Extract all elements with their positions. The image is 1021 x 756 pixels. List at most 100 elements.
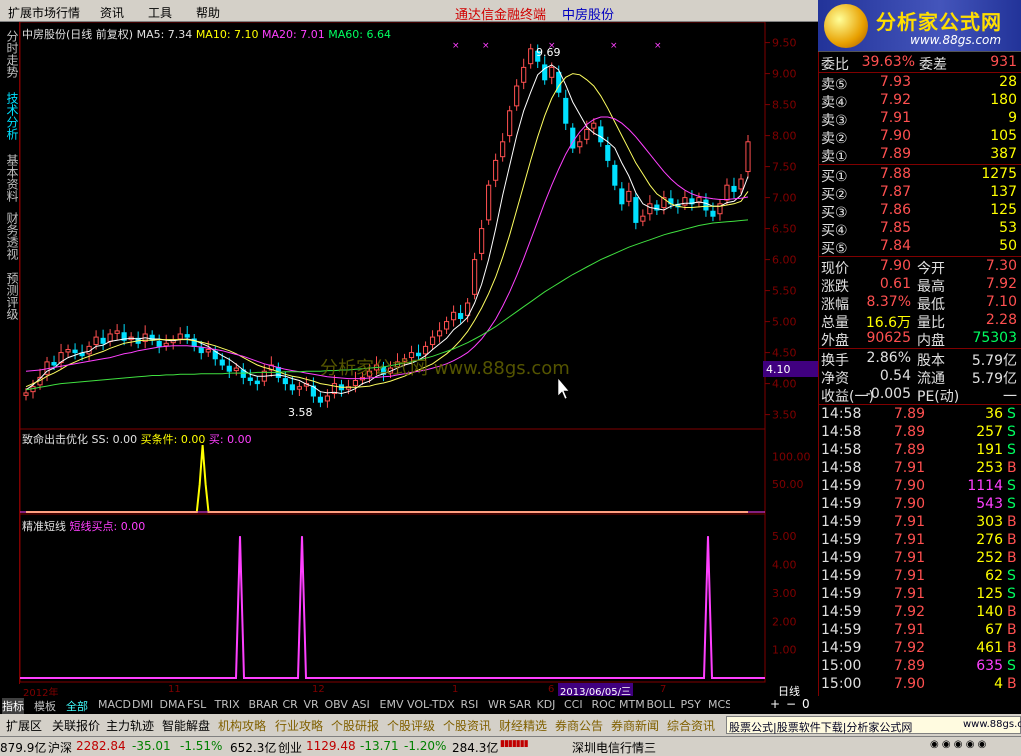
- top-marker-icon: ×: [610, 41, 618, 51]
- tick-time: 14:58: [821, 460, 862, 476]
- function-tab[interactable]: 扩展区: [6, 717, 42, 734]
- ind1-name: 致命出击优化: [22, 433, 88, 446]
- candle-body: [542, 64, 548, 81]
- time-label-6: 6: [548, 684, 555, 695]
- zoom-reset-button[interactable]: 0: [802, 697, 810, 711]
- function-tab[interactable]: 综合资讯: [667, 717, 715, 734]
- indicator-tab[interactable]: BOLL: [647, 698, 675, 711]
- indicator-tab[interactable]: PSY: [681, 698, 701, 711]
- indicator-tab[interactable]: RSI: [461, 698, 479, 711]
- indicator-tab[interactable]: TRIX: [215, 698, 240, 711]
- indicator-tab[interactable]: CR: [283, 698, 298, 711]
- function-tab[interactable]: 个股资讯: [443, 717, 491, 734]
- tick-time: 15:00: [821, 658, 862, 674]
- y-tick-label: 3.50: [772, 409, 797, 422]
- tick-direction: S: [1007, 424, 1016, 440]
- function-tab[interactable]: 券商新闻: [611, 717, 659, 734]
- indicator-tab[interactable]: EMV: [380, 698, 404, 711]
- tick-direction: S: [1007, 442, 1016, 458]
- brand-logo[interactable]: 分析家公式网 www.88gs.com: [818, 0, 1021, 52]
- buy-price: 7.87: [879, 184, 911, 200]
- divider: [819, 404, 1021, 405]
- candle-body: [296, 386, 302, 390]
- function-tab[interactable]: 个股评级: [387, 717, 435, 734]
- buy-row: 买① 7.88 1275: [819, 166, 1021, 185]
- tick-direction: S: [1007, 496, 1016, 512]
- sell-label: 卖③: [821, 113, 848, 129]
- tick-volume: 67: [985, 622, 1003, 638]
- menu-item-news[interactable]: 资讯: [100, 4, 124, 21]
- side-tab-forecast[interactable]: 预测评级: [2, 272, 19, 320]
- function-tab[interactable]: 个股研报: [331, 717, 379, 734]
- menu-item-tools[interactable]: 工具: [148, 4, 172, 21]
- side-tab-fundamentals[interactable]: 基本资料: [2, 154, 19, 202]
- top-marker-icon: ×: [654, 41, 662, 51]
- tick-row: 14:58 7.91 253 B: [819, 460, 1021, 478]
- chart-svg[interactable]: × × × × × 9.509.008.508.007.507.006.506.005.…: [19, 21, 818, 684]
- candle-body: [408, 352, 415, 359]
- ma5-label: MA5: 7.34: [136, 28, 193, 41]
- buy-price: 7.85: [879, 220, 911, 236]
- candle-body: [51, 362, 57, 366]
- indicator-tab[interactable]: VR: [304, 698, 319, 711]
- tick-price: 7.89: [893, 406, 925, 422]
- ind2-y-tick: 3.00: [772, 587, 797, 600]
- function-tab[interactable]: 券商公告: [555, 717, 603, 734]
- candle-body: [528, 48, 534, 65]
- function-tab[interactable]: 行业攻略: [275, 717, 323, 734]
- candle-body: [521, 66, 527, 83]
- stat-row: 总量 16.6万 量比 2.28: [819, 312, 1021, 331]
- ind2-panel-frame: [19, 513, 766, 683]
- tick-price: 7.90: [893, 676, 925, 692]
- promo-banner[interactable]: 股票公式|股票软件下载|分析家公式网 www.88gs.com: [726, 716, 1021, 734]
- zoom-in-button[interactable]: +: [770, 697, 780, 711]
- indicator-tab[interactable]: VOL-TDX: [407, 698, 455, 711]
- side-tab-intraday[interactable]: 分时走势: [2, 30, 19, 78]
- candle-body: [514, 85, 520, 107]
- menu-item-extended-market[interactable]: 扩展市场行情: [8, 4, 80, 21]
- indicator-tab[interactable]: WR: [488, 698, 507, 711]
- tick-row: 14:58 7.89 36 S: [819, 406, 1021, 424]
- function-tab[interactable]: 关联报价: [52, 717, 100, 734]
- candle-body: [184, 334, 190, 338]
- tick-row: 14:59 7.91 67 B: [819, 622, 1021, 640]
- sell-label: 卖②: [821, 131, 848, 147]
- tick-direction: B: [1007, 640, 1017, 656]
- buy-volume: 50: [999, 238, 1017, 254]
- buy-volume: 125: [990, 202, 1017, 218]
- candle-body: [23, 392, 29, 396]
- function-tab[interactable]: 财经精选: [499, 717, 547, 734]
- chart-area[interactable]: × × × × × 9.50 9.00 8.50 8.00 7.50 7.00 6.50 6.00 5.…: [19, 21, 818, 696]
- indicator-tab[interactable]: ASI: [352, 698, 370, 711]
- menu-item-help[interactable]: 帮助: [196, 4, 220, 21]
- side-tab-technical[interactable]: 技术分析: [2, 92, 19, 140]
- tick-row: 14:59 7.90 1114 S: [819, 478, 1021, 496]
- indicator-tab[interactable]: CCI: [564, 698, 583, 711]
- tick-direction: B: [1007, 532, 1017, 548]
- indicator-tab[interactable]: 全部: [66, 698, 88, 714]
- low-label: 3.58: [288, 406, 313, 419]
- tick-row: 14:58 7.89 257 S: [819, 424, 1021, 442]
- function-tab[interactable]: 智能解盘: [162, 717, 210, 734]
- function-tab[interactable]: 主力轨迹: [106, 717, 154, 734]
- indicator-tab[interactable]: SAR: [509, 698, 531, 711]
- indicator-tab[interactable]: ROC: [592, 698, 616, 711]
- zoom-out-button[interactable]: −: [786, 697, 796, 711]
- indicator-tab[interactable]: KDJ: [537, 698, 556, 711]
- weibi-value: 39.63%: [861, 54, 915, 70]
- broker-name[interactable]: 深圳电信行情三: [572, 739, 656, 756]
- indicator-tab[interactable]: 指标: [2, 698, 24, 714]
- sh-volume: 879.9亿: [0, 741, 47, 755]
- indicator-tab[interactable]: BRAR: [249, 698, 279, 711]
- indicator-tab[interactable]: DMA: [160, 698, 186, 711]
- stat-label: 外盘: [821, 333, 849, 349]
- indicator-tab[interactable]: DMI: [132, 698, 153, 711]
- indicator-tab[interactable]: MTM: [619, 698, 645, 711]
- indicator-tab[interactable]: OBV: [325, 698, 348, 711]
- indicator-tab[interactable]: MACD: [98, 698, 131, 711]
- indicator-tab[interactable]: 模板: [34, 698, 56, 714]
- side-tab-financials[interactable]: 财务透视: [2, 212, 19, 260]
- function-tab[interactable]: 机构攻略: [218, 717, 266, 734]
- indicator-tab[interactable]: FSL: [187, 698, 206, 711]
- tick-direction: B: [1007, 622, 1017, 638]
